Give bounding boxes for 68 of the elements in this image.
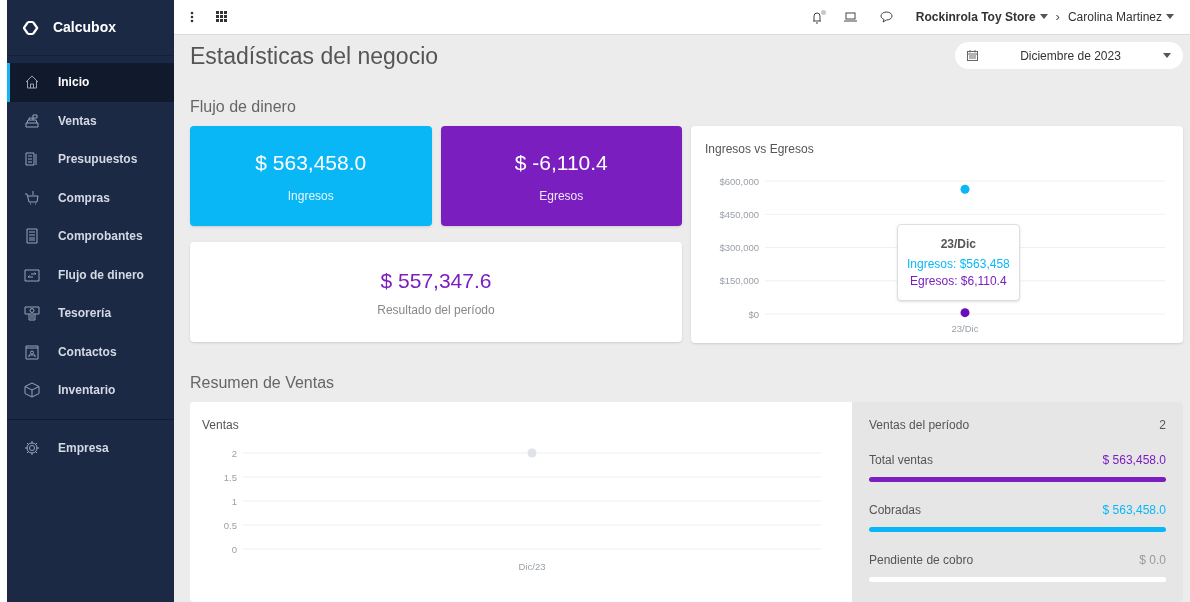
- axis-tick-label: $600,000: [719, 175, 759, 187]
- axis-tick-label: $450,000: [719, 208, 759, 220]
- result-label: Resultado del período: [377, 301, 495, 319]
- store-dropdown[interactable]: Rockinrola Toy Store: [915, 7, 1048, 26]
- sidebar-item[interactable]: Tesorería: [6, 294, 174, 333]
- sidebar-item[interactable]: Flujo de dinero: [6, 255, 174, 294]
- user-dropdown[interactable]: Carolina Martinez: [1067, 7, 1174, 26]
- tooltip-line: Ingresos: $563,458: [907, 256, 1010, 273]
- summary-label: Pendiente de cobro: [869, 552, 974, 569]
- axis-tick-label: 1.5: [223, 471, 237, 483]
- settings-icon: [23, 439, 40, 456]
- calendar-icon: [967, 50, 978, 62]
- section-heading: Resumen de Ventas: [190, 373, 336, 393]
- period-select[interactable]: Diciembre de 2023: [955, 42, 1183, 70]
- stat-label: Ingresos: [287, 187, 334, 205]
- sidebar-item[interactable]: Compras: [6, 178, 174, 217]
- logo-icon: [22, 20, 41, 35]
- caret-icon: [1163, 53, 1171, 59]
- contact-card-icon: [23, 343, 40, 360]
- summary-value: $ 563,458.0: [1102, 452, 1166, 469]
- summary-value: $ 0.0: [1139, 552, 1166, 569]
- result-amount: $ 557,347.6: [380, 268, 492, 295]
- home-icon: [23, 74, 40, 91]
- app-logo-text: Calcubox: [52, 18, 116, 37]
- axis-tick-label: Dic/23: [518, 561, 546, 572]
- summary-label: Ventas del período: [869, 417, 970, 434]
- axis-tick-label: $300,000: [719, 242, 759, 253]
- notification-bell-icon[interactable]: [810, 9, 827, 24]
- axis-tick-label: 23/Dic: [951, 323, 979, 334]
- axis-tick-label: 0.5: [223, 519, 237, 531]
- axis-tick-label: $0: [748, 308, 759, 320]
- laptop-icon[interactable]: [843, 11, 857, 22]
- summary-value: $ 563,458.0: [1102, 502, 1166, 519]
- cart-icon: [23, 189, 40, 206]
- tooltip-title: 23/Dic: [940, 236, 977, 253]
- sidebar-item[interactable]: Contactos: [6, 332, 174, 371]
- stat-amount: $ -6,110.4: [514, 150, 608, 177]
- banknote-icon: [23, 305, 40, 322]
- caret-icon: [1166, 14, 1174, 20]
- axis-tick-label: $150,000: [719, 275, 759, 287]
- summary-label: Cobradas: [869, 502, 922, 519]
- sidebar-item[interactable]: Inventario: [6, 371, 174, 410]
- axis-tick-label: 1: [231, 495, 237, 507]
- document-icon: [23, 151, 40, 168]
- summary-label: Total ventas: [869, 452, 934, 469]
- receipt-icon: [23, 228, 40, 245]
- page-title: Estadísticas del negocio: [190, 41, 439, 71]
- stat-amount: $ 563,458.0: [255, 150, 367, 177]
- stat-label: Egresos: [539, 187, 584, 205]
- breadcrumb-separator: ›: [1055, 8, 1060, 26]
- cash-register-icon: [23, 112, 40, 129]
- sidebar-item[interactable]: Empresa: [6, 428, 174, 467]
- axis-tick-label: 2: [231, 447, 237, 459]
- caret-icon: [1039, 14, 1048, 20]
- tooltip-line: Egresos: $6,110.4: [910, 273, 1007, 290]
- section-heading: Flujo de dinero: [190, 97, 297, 117]
- apps-grid-icon[interactable]: [216, 11, 227, 23]
- sidebar-item[interactable]: Presupuestos: [6, 140, 174, 179]
- transfer-icon: [23, 266, 40, 283]
- sidebar-item[interactable]: Comprobantes: [6, 217, 174, 256]
- chart-title: Ventas: [202, 417, 240, 434]
- chat-icon[interactable]: [879, 10, 893, 23]
- sidebar-item[interactable]: Ventas: [6, 101, 174, 140]
- summary-value: 2: [1159, 417, 1166, 434]
- axis-tick-label: 0: [231, 543, 237, 555]
- sidebar-item[interactable]: Inicio: [6, 63, 174, 102]
- chart-title: Ingresos vs Egresos: [705, 141, 815, 158]
- box-icon: [23, 382, 40, 399]
